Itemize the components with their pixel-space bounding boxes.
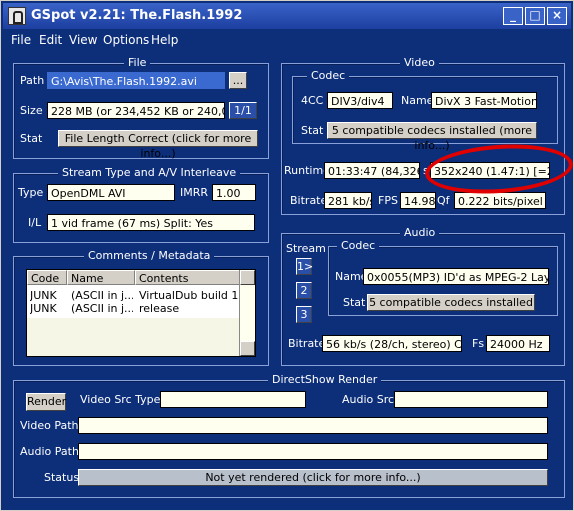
- app-icon[interactable]: [8, 7, 26, 25]
- close-button[interactable]: ×: [547, 7, 567, 25]
- video-src-type-field[interactable]: [160, 391, 306, 408]
- fs-field[interactable]: 24000 Hz: [486, 335, 550, 352]
- fourcc-label: 4CC: [301, 94, 324, 107]
- gspot-window: GSpot v2.21: The.Flash.1992 _ □ × File E…: [0, 0, 574, 511]
- window-title: GSpot v2.21: The.Flash.1992: [31, 8, 243, 23]
- video-panel: Video Codec 4CC DIV3/div4 Name DivX 3 Fa…: [281, 56, 565, 215]
- audio-stream-3[interactable]: 3: [296, 306, 312, 323]
- audio-stream-1[interactable]: 1>: [296, 258, 313, 275]
- column-contents[interactable]: Contents: [135, 270, 241, 285]
- fs-label: Fs: [472, 337, 485, 350]
- audio-path-field[interactable]: [78, 443, 548, 460]
- size-field[interactable]: 228 MB (or 234,452 KB or 240,07: [47, 102, 225, 119]
- imrr-label: IMRR: [180, 186, 209, 199]
- il-field[interactable]: 1 vid frame (67 ms) Split: Yes: [47, 214, 255, 231]
- menu-bar: File Edit View Options Help: [3, 29, 571, 51]
- video-bitrate-label: Bitrate: [290, 194, 328, 207]
- audio-bitrate-field[interactable]: 56 kb/s (28/ch, stereo) CBR: [322, 335, 462, 352]
- il-label: I/L: [28, 216, 42, 229]
- status-label: Status: [44, 471, 80, 484]
- table-row[interactable]: JUNK (ASCII in j... release: [27, 302, 241, 315]
- comments-list[interactable]: Code Name Contents JUNK (ASCII in j... V…: [26, 269, 256, 357]
- column-name[interactable]: Name: [67, 270, 135, 285]
- directshow-panel-title: DirectShow Render: [268, 373, 382, 386]
- audio-src-field[interactable]: [394, 391, 548, 408]
- comments-panel: Comments / Metadata Code Name Contents J…: [13, 249, 269, 366]
- video-path-label: Video Path: [20, 419, 79, 432]
- fps-label: FPS: [378, 194, 398, 207]
- audio-stat-button[interactable]: 5 compatible codecs installed: [367, 294, 535, 311]
- render-button[interactable]: Render: [26, 393, 66, 411]
- type-label: Type: [18, 186, 44, 199]
- video-codec-title: Codec: [307, 69, 350, 82]
- video-stat-label: Stat: [301, 124, 324, 137]
- qf-field[interactable]: 0.222 bits/pixel: [454, 192, 546, 209]
- scroll-down-arrow[interactable]: [240, 341, 255, 356]
- menu-file[interactable]: File: [11, 33, 31, 47]
- audio-codec-panel: Codec Name 0x0055(MP3) ID'd as MPEG-2 La…: [328, 239, 558, 316]
- audio-panel-title: Audio: [400, 226, 440, 239]
- comments-scrollbar[interactable]: [239, 270, 255, 356]
- menu-view[interactable]: View: [69, 33, 97, 47]
- audio-stream-2[interactable]: 2: [296, 282, 312, 299]
- video-path-field[interactable]: [78, 417, 548, 434]
- video-name-field[interactable]: DivX 3 Fast-Motion: [431, 92, 537, 109]
- stream-type-panel: Stream Type and A/V Interleave Type Open…: [13, 166, 269, 243]
- imrr-field[interactable]: 1.00: [212, 184, 256, 201]
- stat-label: Stat: [20, 132, 43, 145]
- audio-codec-title: Codec: [337, 239, 380, 252]
- video-src-type-label: Video Src Type: [80, 393, 161, 406]
- comments-panel-title: Comments / Metadata: [84, 249, 215, 262]
- fourcc-field[interactable]: DIV3/div4: [327, 92, 393, 109]
- audio-path-label: Audio Path: [20, 445, 79, 458]
- audio-name-field[interactable]: 0x0055(MP3) ID'd as MPEG-2 Lay: [363, 268, 549, 285]
- file-stat-button[interactable]: File Length Correct (click for more info…: [58, 130, 258, 160]
- row-name: (ASCII in j...: [71, 289, 133, 302]
- runtime-field[interactable]: 01:33:47 (84,326 fr: [324, 162, 420, 179]
- qf-label: Qf: [437, 194, 450, 207]
- audio-stat-label: Stat: [343, 296, 366, 309]
- row-code: JUNK: [30, 302, 57, 315]
- video-panel-title: Video: [400, 56, 439, 69]
- menu-options[interactable]: Options: [103, 33, 149, 47]
- size-label: Size: [20, 104, 43, 117]
- list-empty-area: [27, 318, 241, 356]
- status-button[interactable]: Not yet rendered (click for more info...…: [78, 469, 548, 486]
- audio-src-label: Audio Src: [342, 393, 395, 406]
- video-codec-panel: Codec 4CC DIV3/div4 Name DivX 3 Fast-Mot…: [292, 69, 558, 152]
- type-field[interactable]: OpenDML AVI: [47, 184, 175, 201]
- minimize-button[interactable]: _: [503, 7, 523, 25]
- menu-edit[interactable]: Edit: [39, 33, 62, 47]
- stream-panel-title: Stream Type and A/V Interleave: [58, 166, 241, 179]
- row-contents: release: [139, 302, 180, 315]
- file-panel: File Path G:\Avis\The.Flash.1992.avi ...…: [13, 56, 269, 160]
- row-name: (ASCII in j...: [71, 302, 133, 315]
- row-contents: VirtualDub build 16189: [139, 289, 239, 302]
- video-bitrate-field[interactable]: 281 kb/s: [324, 192, 372, 209]
- directshow-panel: DirectShow Render Render Video Src Type …: [13, 373, 565, 498]
- video-stat-button[interactable]: 5 compatible codecs installed (more info…: [327, 122, 537, 152]
- path-label: Path: [20, 74, 45, 87]
- file-panel-title: File: [124, 56, 151, 69]
- audio-stream-label: Stream: [286, 242, 326, 255]
- path-field[interactable]: G:\Avis\The.Flash.1992.avi: [47, 72, 225, 89]
- audio-panel: Audio Stream 1> 2 3 Codec Name 0x0055(MP…: [281, 226, 565, 366]
- browse-button[interactable]: ...: [229, 72, 247, 89]
- menu-help[interactable]: Help: [151, 33, 178, 47]
- column-code[interactable]: Code: [27, 270, 67, 285]
- table-row[interactable]: JUNK (ASCII in j... VirtualDub build 161…: [27, 289, 241, 302]
- title-bar[interactable]: GSpot v2.21: The.Flash.1992 _ □ ×: [3, 3, 571, 29]
- maximize-button[interactable]: □: [525, 7, 545, 25]
- audio-bitrate-label: Bitrate: [288, 337, 326, 350]
- scroll-up-arrow[interactable]: [240, 270, 255, 285]
- size-counter[interactable]: 1/1: [229, 102, 257, 119]
- row-code: JUNK: [30, 289, 57, 302]
- video-name-label: Name: [401, 94, 434, 107]
- fps-field[interactable]: 14.98: [400, 192, 436, 209]
